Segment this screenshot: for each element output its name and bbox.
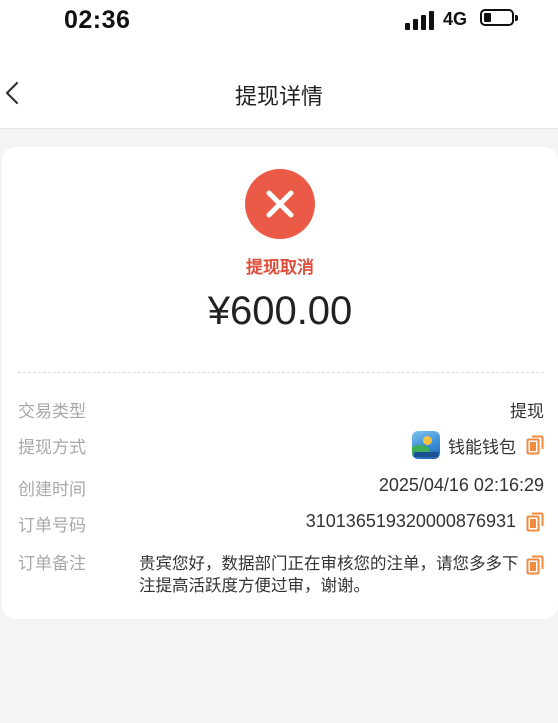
order-text: 310136519320000876931 [305,511,516,531]
created-value: 2025/04/16 02:16:29 [379,475,544,496]
network-type: 4G [443,9,468,29]
detail-row-method: 提现方式 钱能钱包 [18,431,544,463]
amount-value: ¥600.00 [207,289,353,333]
wallet-app-logo [412,431,440,459]
close-icon [266,190,294,218]
nav-bar: 提现详情 [0,52,558,129]
remark-text: 贵宾您好，数据部门正在审核您的注单，请您多多下注提高活跃度方便过审，谢谢。 [139,554,519,595]
copy-icon[interactable] [526,512,544,532]
cancel-status-icon [245,169,315,239]
detail-row-type: 交易类型 提现 [18,397,544,427]
signal-icon [405,10,435,30]
order-label: 订单号码 [18,516,86,536]
method-label: 提现方式 [18,438,86,458]
copy-icon[interactable] [526,435,544,455]
status-time: 02:36 [64,6,131,34]
created-text: 2025/04/16 02:16:29 [378,475,544,495]
withdraw-detail-card: 提现取消 ¥600.00 交易类型 提现 提现方式 钱能钱包 创建时间 2025… [2,147,558,619]
detail-row-order: 订单号码 310136519320000876931 [18,511,544,541]
page-title: 提现详情 [234,85,323,110]
status-text: 提现取消 [246,258,314,278]
status-bar: 02:36 4G [0,0,558,52]
method-text: 钱能钱包 [448,437,516,458]
method-value: 钱能钱包 [412,431,544,459]
copy-icon[interactable] [526,555,544,575]
type-text: 提现 [510,402,544,422]
type-label: 交易类型 [18,402,86,422]
detail-row-created: 创建时间 2025/04/16 02:16:29 [18,475,544,505]
battery-icon [480,9,518,26]
order-value: 310136519320000876931 [306,511,544,532]
remark-label: 订单备注 [18,554,86,574]
dashed-divider [18,372,544,373]
type-value: 提现 [510,397,544,422]
created-label: 创建时间 [18,480,86,500]
